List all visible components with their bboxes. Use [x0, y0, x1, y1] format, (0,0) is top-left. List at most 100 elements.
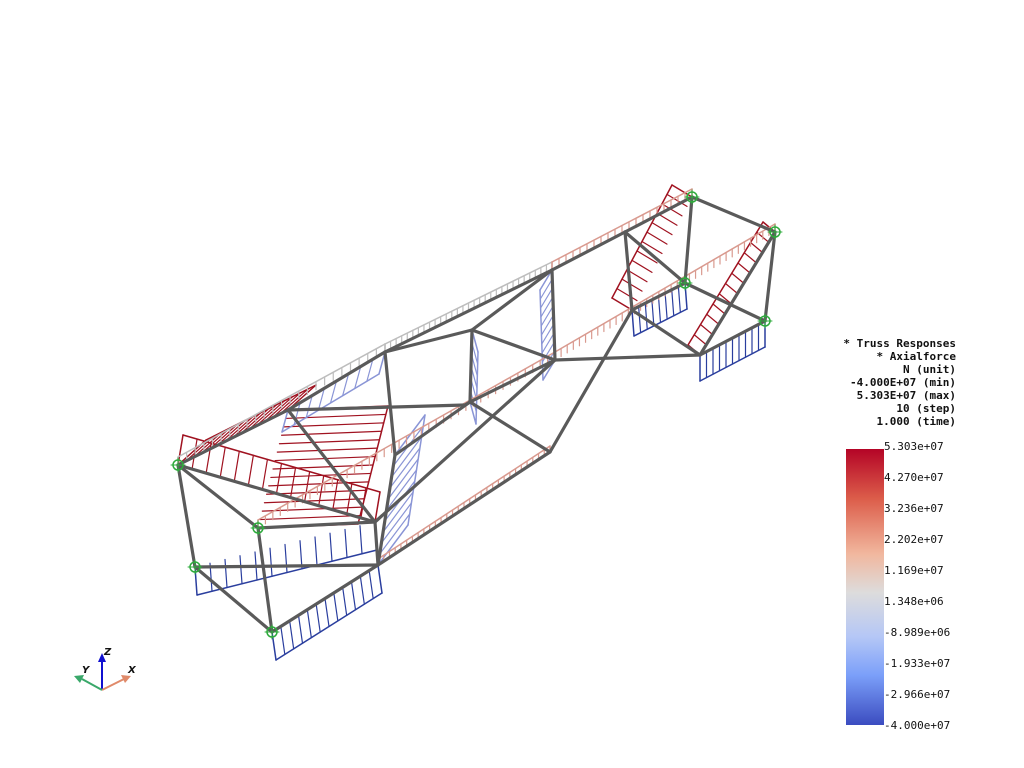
force-diagram-hatch: [318, 475, 325, 507]
truss-member: [176, 463, 260, 530]
colorbar-tick: 5.303e+07: [884, 440, 944, 453]
force-diagram-hatch: [306, 609, 312, 639]
truss-member: [193, 565, 274, 634]
force-diagram-hatch: [749, 241, 764, 254]
force-diagram-hatch: [280, 430, 383, 436]
force-diagram-hatch: [259, 514, 361, 521]
force-diagram-hatch: [664, 292, 668, 320]
force-diagram-hatch: [239, 555, 243, 585]
force-diagram-hatch: [285, 413, 387, 420]
colorbar-tick: 1.348e+06: [884, 595, 944, 608]
truss-member: [176, 408, 290, 467]
info-response-type: * Axialforce: [876, 350, 956, 363]
colorbar-tick: 4.270e+07: [884, 471, 944, 484]
colorbar-tick: 3.236e+07: [884, 502, 944, 515]
truss-member: [683, 195, 694, 285]
force-diagram-hatch: [275, 462, 283, 495]
truss-member: [468, 358, 557, 404]
force-diagram-hatch: [646, 231, 668, 245]
colorbar-tick: -2.966e+07: [884, 688, 951, 701]
force-diagram-hatch: [280, 625, 286, 656]
force-diagram-hatch: [712, 303, 726, 315]
force-diagram-hatch: [693, 334, 707, 346]
x-axis-label: X: [127, 665, 137, 676]
force-diagram-hatch: [247, 454, 254, 486]
force-diagram-edge: [377, 564, 383, 594]
force-diagram-hatch: [284, 543, 288, 574]
truss-member: [383, 268, 554, 354]
info-max: 5.303E+07 (max): [856, 389, 956, 402]
truss-member: [550, 230, 627, 272]
force-diagram-hatch: [324, 597, 330, 628]
force-diagram-hatch: [359, 525, 363, 555]
force-diagram-hatch: [706, 313, 720, 325]
x-axis-arrow: [101, 678, 125, 691]
truss-member: [630, 281, 687, 312]
colorbar: [846, 449, 884, 725]
truss-member: [383, 328, 474, 354]
force-diagram-hatch: [278, 439, 381, 445]
force-diagram-hatch: [651, 222, 673, 236]
colorbar-tick: 1.169e+07: [884, 564, 944, 577]
force-diagram-hatch: [269, 547, 273, 577]
colorbar-tick: -1.933e+07: [884, 657, 951, 670]
result-info-panel: * Truss Responses * Axialforce N (unit) …: [790, 337, 956, 428]
force-diagram-hatch: [541, 332, 555, 354]
force-diagram-hatch: [233, 450, 240, 482]
truss-member: [193, 563, 380, 569]
truss-member: [176, 463, 377, 524]
force-diagram-hatch: [368, 569, 374, 600]
info-min: -4.000E+07 (min): [850, 376, 956, 389]
force-diagram-hatch: [289, 620, 295, 650]
force-diagram-hatch: [332, 479, 339, 511]
force-diagram-hatch: [342, 586, 348, 616]
force-diagram-hatch: [540, 305, 554, 327]
force-diagram-hatch: [261, 458, 269, 491]
force-diagram-hatch: [297, 614, 304, 644]
force-diagram-hatch: [541, 323, 555, 345]
force-diagram-hatch: [224, 558, 228, 589]
truss-member: [468, 328, 474, 404]
truss-member: [690, 195, 777, 234]
force-diagram-hatch: [743, 252, 757, 264]
truss-member: [256, 526, 274, 634]
force-diagram-hatch: [314, 536, 318, 566]
force-diagram-hatch: [219, 446, 226, 478]
force-diagram-hatch: [315, 603, 321, 633]
truss-member: [383, 350, 397, 457]
force-diagram-hatch: [344, 528, 348, 559]
z-axis-label: Z: [103, 647, 112, 658]
info-step: 10 (step): [896, 402, 956, 415]
force-diagram-hatch: [539, 278, 553, 300]
colorbar-tick: -8.989e+06: [884, 626, 951, 639]
force-diagram-hatch: [631, 259, 653, 273]
colorbar-tick: -4.000e+07: [884, 719, 951, 732]
truss-member: [270, 563, 380, 634]
force-diagram-hatch: [731, 272, 745, 284]
truss-member: [550, 268, 557, 362]
truss-member: [176, 463, 197, 569]
force-diagram-hatch: [724, 282, 739, 295]
force-diagram-hatch: [329, 532, 333, 562]
truss-member: [373, 358, 557, 524]
force-diagram-edge: [631, 309, 635, 337]
force-diagram-hatch: [699, 323, 714, 336]
force-diagram-hatch: [333, 592, 339, 622]
force-diagram-hatch: [677, 285, 681, 313]
force-diagram-hatch: [276, 447, 378, 453]
info-unit: N (unit): [903, 363, 956, 376]
colorbar-tick: 2.202e+07: [884, 533, 944, 546]
force-diagram-hatch: [539, 287, 554, 309]
truss-member: [286, 350, 387, 412]
force-diagram-hatch: [621, 278, 643, 292]
axes-triad: Z X Y: [74, 647, 137, 691]
force-diagram-hatch: [657, 295, 662, 324]
truss-member: [553, 353, 702, 362]
info-time: 1.000 (time): [876, 415, 956, 428]
force-diagram-hatch: [540, 296, 554, 318]
y-axis-label: Y: [82, 665, 91, 676]
force-diagram-hatch: [540, 314, 555, 336]
force-diagram-hatch: [350, 581, 357, 611]
force-diagram-hatch: [737, 262, 751, 274]
info-title: * Truss Responses: [843, 337, 956, 350]
